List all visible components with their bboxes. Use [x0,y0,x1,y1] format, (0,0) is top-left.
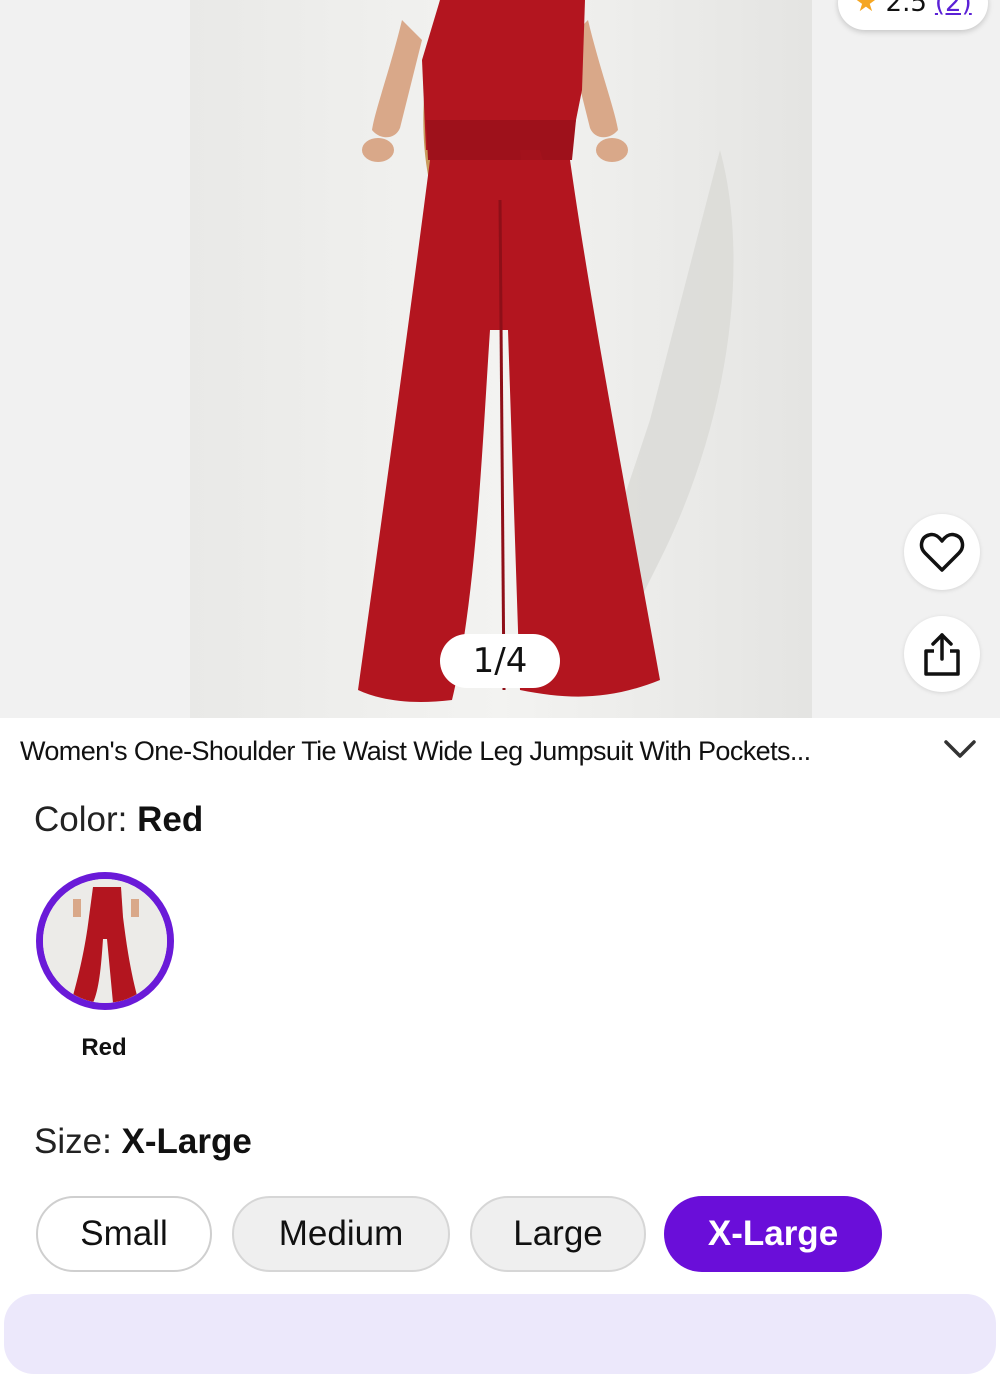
image-counter: 1/4 [440,634,560,688]
size-label: Size: [34,1122,112,1161]
star-icon: ★ [854,0,878,18]
product-title: Women's One-Shoulder Tie Waist Wide Leg … [20,735,811,766]
product-image-gallery[interactable]: ★ 2.5 (2) 1/4 [0,0,1000,718]
swatch-label: Red [81,1034,127,1061]
share-button[interactable] [904,616,980,692]
size-option-x-large[interactable]: X-Large [664,1196,882,1272]
jumpsuit-illustration [358,0,734,702]
size-option-large[interactable]: Large [470,1196,646,1272]
share-icon [924,633,960,676]
selected-size: X-Large [121,1122,252,1161]
product-title-row[interactable]: Women's One-Shoulder Tie Waist Wide Leg … [0,722,1000,780]
product-photo[interactable] [190,0,812,718]
shipping-info-card [4,1294,996,1374]
chevron-down-icon[interactable] [940,736,980,764]
rating-value: 2.5 [885,0,927,18]
color-label-row: Color: Red [34,800,203,840]
review-count-link[interactable]: (2) [935,0,972,18]
size-option-medium[interactable]: Medium [232,1196,450,1272]
size-option-small[interactable]: Small [36,1196,212,1272]
favorite-button[interactable] [904,514,980,590]
selected-color: Red [137,800,204,839]
heart-icon [919,532,965,572]
swatch-thumbnail [43,879,167,1003]
rating-badge[interactable]: ★ 2.5 (2) [838,0,988,30]
color-swatch-red[interactable] [36,872,174,1010]
size-label-row: Size: X-Large [34,1122,252,1162]
color-label: Color: [34,800,128,839]
